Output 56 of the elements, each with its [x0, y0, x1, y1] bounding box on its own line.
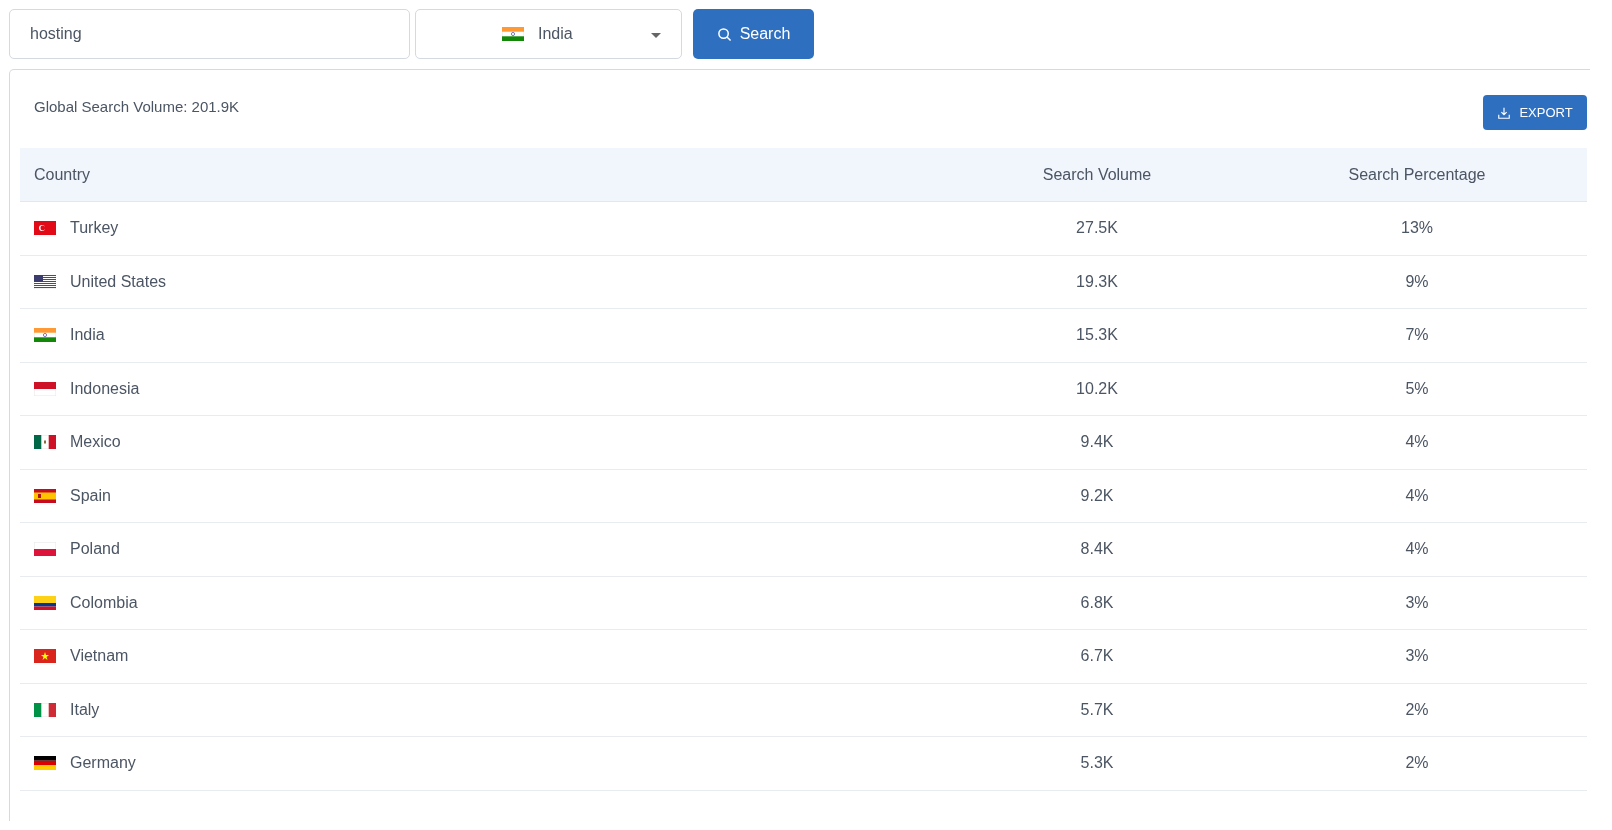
table-cell: Mexico — [70, 433, 121, 452]
table-cell: 5.3K — [1080, 754, 1114, 773]
flag-icon — [34, 702, 56, 717]
table-cell: 4% — [1405, 433, 1429, 452]
table-cell: 5.7K — [1080, 700, 1114, 719]
flag-icon — [34, 328, 56, 343]
search-button[interactable]: Search — [693, 9, 814, 59]
table-cell: 15.3K — [1076, 326, 1118, 345]
flag-icon — [34, 756, 56, 771]
column-header: Search Volume — [1042, 165, 1152, 184]
flag-icon — [34, 488, 56, 503]
download-icon — [1497, 105, 1512, 120]
flag-icon — [34, 274, 56, 289]
column-header: Country — [33, 165, 91, 184]
table-cell: Germany — [70, 754, 136, 773]
flag-icon — [34, 221, 56, 236]
table-cell: Indonesia — [70, 379, 140, 398]
table-cell: 9% — [1405, 272, 1429, 291]
table-cell: Spain — [70, 486, 111, 505]
table-cell: 19.3K — [1076, 272, 1118, 291]
table-cell: Italy — [70, 700, 100, 719]
search-field[interactable]: hosting — [9, 9, 410, 59]
table-cell: Turkey — [70, 219, 119, 238]
country-select[interactable]: India — [415, 9, 682, 59]
column-header: Search Percentage — [1348, 165, 1486, 184]
table-cell: 6.8K — [1080, 593, 1114, 612]
table-cell: 5% — [1405, 379, 1429, 398]
table-cell: 3% — [1405, 593, 1429, 612]
table-cell: Vietnam — [70, 647, 129, 666]
table-cell: United States — [70, 272, 167, 291]
table-cell: 9.4K — [1080, 433, 1114, 452]
table-cell: 10.2K — [1076, 379, 1118, 398]
table-cell: 3% — [1405, 647, 1429, 666]
table-cell: Colombia — [70, 593, 138, 612]
table-cell: 9.2K — [1080, 486, 1114, 505]
table-cell: 7% — [1405, 326, 1429, 345]
table-cell: 4% — [1405, 486, 1429, 505]
table-cell: Poland — [70, 540, 120, 559]
search-icon — [716, 26, 732, 42]
flag-icon — [34, 595, 56, 610]
table-cell: 13% — [1401, 219, 1433, 238]
flag-icon — [502, 27, 524, 41]
table-cell: 4% — [1405, 540, 1429, 559]
flag-icon — [34, 435, 56, 450]
global-search-volume: Global Search Volume: 201.9K — [34, 98, 240, 115]
export-button[interactable]: EXPORT — [1483, 95, 1587, 130]
table-cell: 2% — [1405, 700, 1429, 719]
table-cell: India — [70, 326, 105, 345]
flag-icon — [34, 381, 56, 396]
table-cell: 27.5K — [1076, 219, 1118, 238]
flag-icon — [34, 649, 56, 664]
table-cell: 8.4K — [1080, 540, 1114, 559]
table-cell: 6.7K — [1080, 647, 1114, 666]
table-cell: 2% — [1405, 754, 1429, 773]
flag-icon — [34, 542, 56, 557]
caret-icon — [651, 33, 661, 38]
